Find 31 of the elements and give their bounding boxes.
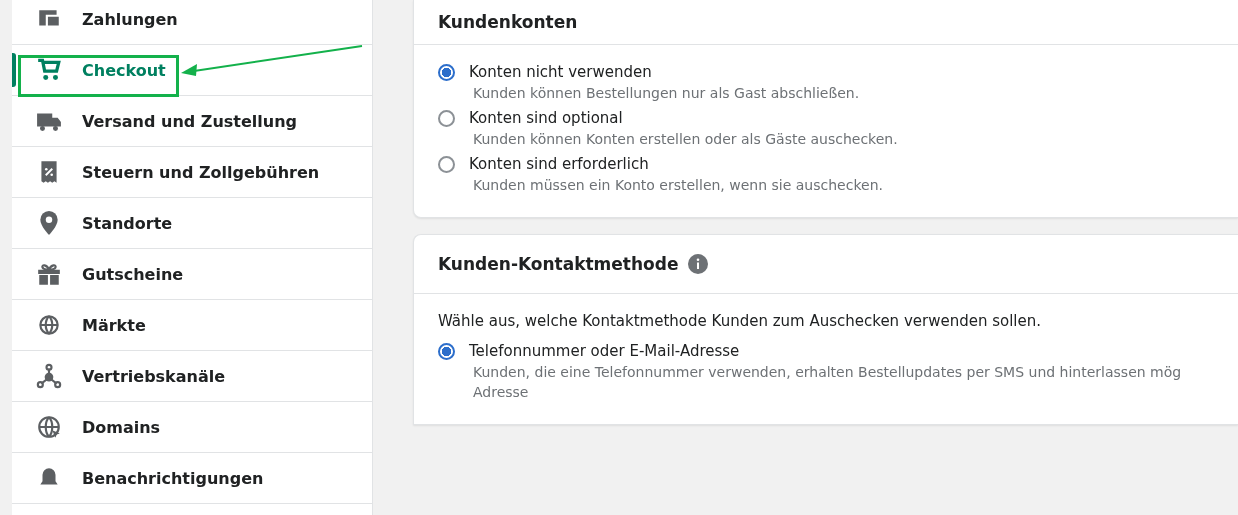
sidebar-item[interactable]: Versand und Zustellung: [12, 96, 372, 147]
option-label: Konten nicht verwenden: [469, 63, 652, 81]
option-description: Kunden, die eine Telefonnummer verwenden, erhalten Bestellupdates per SMS und hinterlassen mög: [473, 364, 1183, 380]
info-icon[interactable]: [688, 254, 709, 274]
option-description: Kunden müssen ein Konto erstellen, wenn sie auschecken.: [473, 177, 884, 193]
globe-icon: [36, 414, 62, 440]
option-label: Konten sind erforderlich: [469, 155, 649, 173]
radio-button[interactable]: [438, 155, 455, 173]
card-title: Kundenkonten: [438, 12, 578, 32]
sidebar-item[interactable]: Zahlungen: [12, 0, 372, 45]
radio-button[interactable]: [438, 63, 455, 81]
option-description: Adresse: [473, 384, 530, 400]
network-icon: [36, 363, 62, 389]
gift-icon: [36, 261, 62, 287]
sidebar-item[interactable]: Benachrichtigungen: [12, 453, 372, 504]
sidebar-item[interactable]: Gutscheine: [12, 249, 372, 300]
option-description: Kunden können Bestellungen nur als Gast abschließen.: [473, 85, 861, 101]
sidebar-item[interactable]: Standorte: [12, 198, 372, 249]
sidebar-item[interactable]: Vertriebskanäle: [12, 351, 372, 402]
radio-button[interactable]: [438, 109, 455, 127]
cart-icon: [36, 57, 62, 83]
sidebar-item[interactable]: Steuern und Zollgebühren: [12, 147, 372, 198]
option-description: Kunden können Konten erstellen oder als Gäste auschecken.: [473, 131, 899, 147]
option-label: Telefonnummer oder E-Mail-Adresse: [469, 342, 740, 360]
card-description: Wähle aus, welche Kontaktmethode Kunden zum Auschecken verwenden sollen.: [438, 312, 1043, 330]
option-label: Konten sind optional: [469, 109, 623, 127]
card-title: Kunden-Kontaktmethode: [438, 254, 679, 274]
sidebar-item[interactable]: Domains: [12, 402, 372, 453]
radio-button[interactable]: [438, 342, 455, 360]
globe-icon: [36, 312, 62, 338]
sidebar-item[interactable]: Märkte: [12, 300, 372, 351]
